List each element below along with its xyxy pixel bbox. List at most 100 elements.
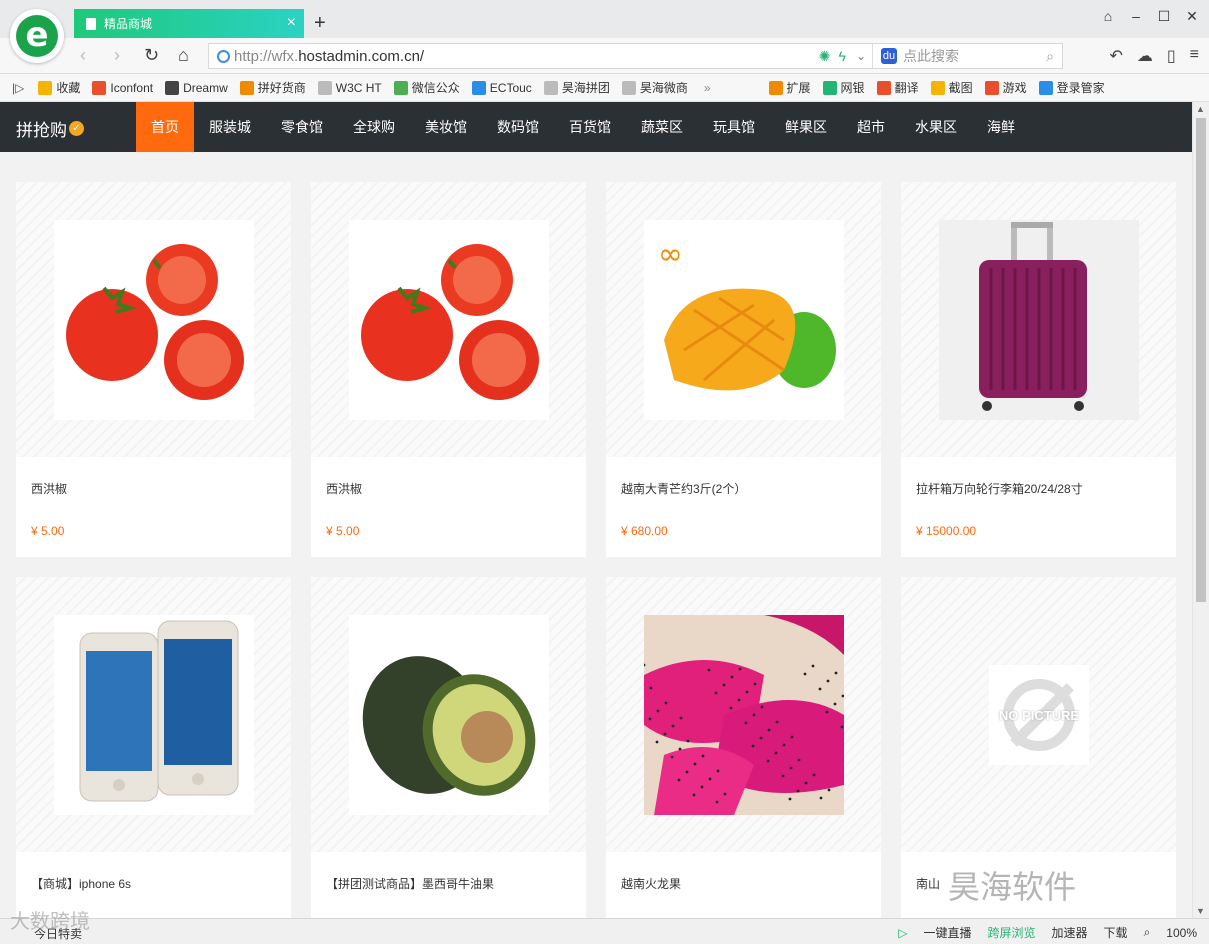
menu-icon[interactable]: ≡: [1190, 46, 1199, 66]
menu-item[interactable]: 海鲜: [972, 102, 1030, 152]
scroll-thumb[interactable]: [1196, 118, 1206, 602]
product-image[interactable]: [939, 220, 1139, 420]
product-card[interactable]: ∞ 越南大青芒约3斤(2个） ¥ 680.00: [606, 182, 881, 557]
no-picture-label: NO PICTURE: [998, 707, 1080, 723]
menu-item[interactable]: 蔬菜区: [626, 102, 698, 152]
bookmark-item[interactable]: W3C HT: [317, 79, 382, 96]
bookmark-item[interactable]: ECTouc: [471, 79, 532, 96]
bookmark-item[interactable]: 拼好货商: [239, 79, 306, 96]
product-name[interactable]: 南山: [916, 875, 940, 892]
menu-item[interactable]: 服装城: [194, 102, 266, 152]
status-download[interactable]: 下载: [1104, 924, 1128, 941]
tab-close-icon[interactable]: ×: [287, 15, 296, 31]
sidebar-toggle-icon[interactable]: |▷: [12, 81, 24, 95]
status-zoom[interactable]: 100%: [1166, 926, 1197, 940]
home-button[interactable]: ⌂: [178, 46, 189, 64]
back-button[interactable]: ‹: [80, 46, 86, 64]
refresh-button[interactable]: ↻: [144, 46, 159, 64]
speed-icon[interactable]: ϟ: [839, 48, 846, 64]
search-icon[interactable]: ⌕: [1046, 48, 1054, 65]
extra-label: 网银: [840, 81, 865, 95]
menu-item[interactable]: 玩具馆: [698, 102, 770, 152]
mobile-icon[interactable]: ▯: [1167, 46, 1176, 66]
browser-logo-icon[interactable]: e: [10, 9, 64, 63]
bookmark-icon: [38, 80, 53, 95]
product-name[interactable]: 越南火龙果: [621, 875, 681, 892]
menu-item[interactable]: 百货馆: [554, 102, 626, 152]
product-image[interactable]: [349, 615, 549, 815]
toolbar-extra-item[interactable]: 游戏: [984, 79, 1027, 96]
product-image[interactable]: [644, 615, 844, 815]
status-accelerator[interactable]: 加速器: [1052, 924, 1088, 941]
product-name[interactable]: 越南大青芒约3斤(2个）: [621, 480, 746, 497]
menu-item[interactable]: 全球购: [338, 102, 410, 152]
undo-icon[interactable]: ↶: [1109, 46, 1122, 66]
globe-icon: [217, 49, 230, 63]
menu-item[interactable]: 水果区: [900, 102, 972, 152]
menu-item[interactable]: 美妆馆: [410, 102, 482, 152]
bookmark-item[interactable]: Dreamw: [165, 79, 228, 96]
product-card[interactable]: 西洪椒 ¥ 5.00: [16, 182, 291, 557]
bookmarks-bar: |▷ 收藏 Iconfont Dreamw 拼好货商 W3C HT 微信公众 ECTouc 昊…: [0, 74, 1209, 102]
product-card[interactable]: 西洪椒 ¥ 5.00: [311, 182, 586, 557]
url-text[interactable]: http://wfx.hostadmin.com.cn/: [234, 48, 424, 65]
product-name[interactable]: 拉杆箱万向轮行李箱20/24/28寸: [916, 480, 1083, 497]
scrollbar[interactable]: ▲ ▼: [1192, 102, 1209, 918]
toolbar-extra-item[interactable]: 扩展: [768, 79, 811, 96]
bookmark-label: 收藏: [56, 81, 81, 95]
toolbar-extra-item[interactable]: 截图: [930, 79, 973, 96]
menu-item[interactable]: 超市: [842, 102, 900, 152]
bookmark-icon: [92, 80, 107, 95]
address-bar[interactable]: http://wfx.hostadmin.com.cn/ ✺ ϟ ⌄ du 点此…: [208, 43, 1063, 69]
bookmark-item[interactable]: 微信公众: [393, 79, 460, 96]
menu-item[interactable]: 零食馆: [266, 102, 338, 152]
toolbar-extra-item[interactable]: 登录管家: [1038, 79, 1105, 96]
product-name[interactable]: 西洪椒: [326, 480, 362, 497]
product-image[interactable]: [349, 220, 549, 420]
product-name[interactable]: 【商城】iphone 6s: [31, 875, 131, 892]
skin-icon[interactable]: ⌂: [1101, 8, 1115, 25]
toolbar-extra-item[interactable]: 网银: [822, 79, 865, 96]
extra-icon: [984, 80, 999, 95]
extra-icon: [1038, 80, 1053, 95]
minimize-button[interactable]: –: [1129, 8, 1143, 25]
menu-item[interactable]: 鲜果区: [770, 102, 842, 152]
product-price: ¥ 5.00: [326, 524, 360, 538]
more-bookmarks-icon[interactable]: »: [704, 81, 711, 95]
product-name[interactable]: 西洪椒: [31, 480, 67, 497]
search-box[interactable]: du 点此搜索 ⌕: [872, 44, 1062, 68]
close-window-button[interactable]: ✕: [1185, 8, 1199, 25]
bookmark-item[interactable]: 昊海拼团: [543, 79, 610, 96]
bookmark-icon: [239, 80, 254, 95]
product-card[interactable]: 【商城】iphone 6s: [16, 577, 291, 918]
status-cross-screen[interactable]: 跨屏浏览: [988, 924, 1036, 941]
cloud-icon[interactable]: ☁: [1137, 46, 1153, 66]
extra-icon: [822, 80, 837, 95]
site-brand[interactable]: 拼抢购 ✓: [16, 116, 84, 141]
security-icon[interactable]: ✺: [819, 48, 831, 65]
dropdown-icon[interactable]: ⌄: [856, 49, 866, 63]
url-host: hostadmin.com.cn/: [298, 47, 425, 65]
product-image[interactable]: [54, 220, 254, 420]
product-card[interactable]: 【拼团测试商品】墨西哥牛油果: [311, 577, 586, 918]
maximize-button[interactable]: ☐: [1157, 8, 1171, 25]
product-name[interactable]: 【拼团测试商品】墨西哥牛油果: [326, 875, 494, 892]
menu-item[interactable]: 首页: [136, 102, 194, 152]
product-card[interactable]: 拉杆箱万向轮行李箱20/24/28寸 ¥ 15000.00: [901, 182, 1176, 557]
scroll-down-icon[interactable]: ▼: [1196, 906, 1205, 916]
bookmark-item[interactable]: Iconfont: [92, 79, 153, 96]
browser-tab[interactable]: 精品商城 ×: [74, 9, 304, 38]
forward-button[interactable]: ›: [114, 46, 120, 64]
bookmark-item[interactable]: 收藏: [38, 79, 80, 96]
scroll-up-icon[interactable]: ▲: [1196, 104, 1205, 114]
watermark-dashu: 大数跨境: [10, 911, 90, 933]
product-card[interactable]: 越南火龙果: [606, 577, 881, 918]
bookmark-item[interactable]: 昊海微商: [621, 79, 688, 96]
toolbar-extra-item[interactable]: 翻译: [876, 79, 919, 96]
product-image[interactable]: [54, 615, 254, 815]
bookmark-icon: [393, 80, 408, 95]
status-live[interactable]: 一键直播: [924, 924, 972, 941]
menu-item[interactable]: 数码馆: [482, 102, 554, 152]
new-tab-button[interactable]: +: [314, 13, 326, 33]
product-image[interactable]: ∞: [644, 220, 844, 420]
